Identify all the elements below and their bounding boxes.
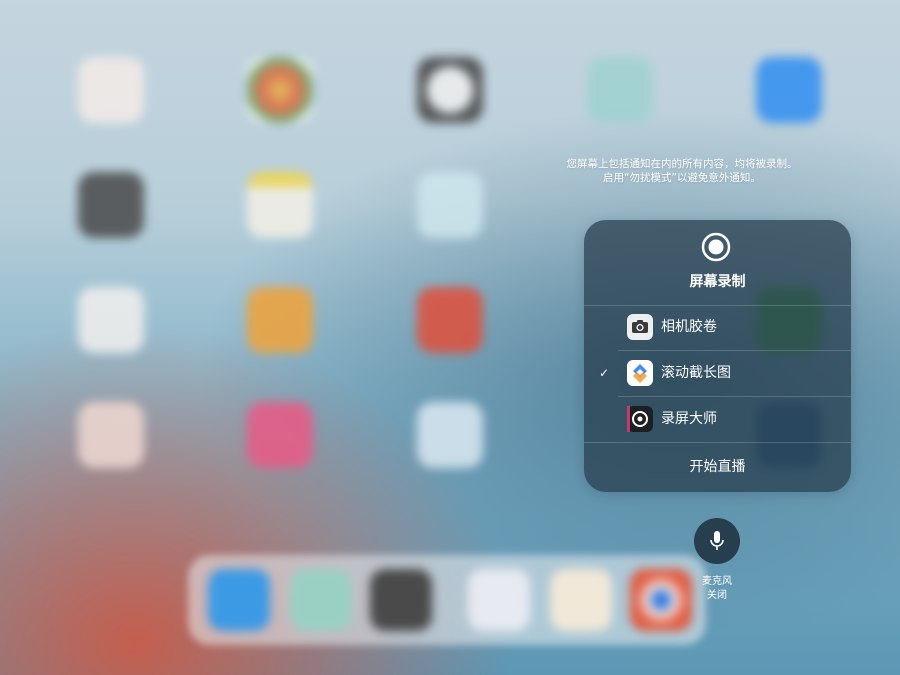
screen-recording-panel: 屏幕录制 相机胶卷 ✓ 滚动截长图 录屏大师 开始直播 [584,220,851,492]
app-icon-2 [247,57,313,123]
app-icon-8 [417,172,483,238]
destination-screen-recorder[interactable]: 录屏大师 [584,397,851,442]
destination-scroll-screenshot[interactable]: ✓ 滚动截长图 [584,351,851,396]
app-icon-10 [247,287,313,353]
check-icon: ✓ [599,366,610,380]
app-icon-9 [78,287,144,353]
destination-camera-roll[interactable]: 相机胶卷 [584,305,851,350]
app-icon-11 [417,287,483,353]
app-icon-5 [756,57,822,123]
dock-icon-3 [370,569,432,631]
scroll-screenshot-icon [627,360,653,386]
app-icon-13 [78,402,144,468]
dock-icon-5 [550,569,612,631]
start-live-button[interactable]: 开始直播 [584,443,851,492]
dock-icon-1 [208,569,270,631]
record-icon[interactable] [701,232,731,262]
microphone-label: 麦克风 [702,576,732,587]
app-icon-4 [587,57,653,123]
app-icon-1 [78,57,144,123]
screen-recorder-icon [627,406,653,432]
app-icon-6 [78,172,144,238]
screen-recording-overlay: 您屏幕上包括通知在内的所有内容，均将被录制。 启用“勿扰模式”以避免意外通知。 … [0,0,900,675]
dock-icon-4 [468,569,530,631]
microphone-status: 关闭 [707,590,727,601]
app-icon-14 [247,402,313,468]
app-icon-7 [247,172,313,238]
camera-roll-icon [627,314,653,340]
microphone-icon [710,531,724,550]
destination-label: 录屏大师 [661,411,717,427]
app-icon-3 [417,57,483,123]
notice-line-2: 启用“勿扰模式”以避免意外通知。 [603,172,761,184]
app-icon-15 [417,402,483,468]
destination-label: 滚动截长图 [661,365,731,381]
recording-notice: 您屏幕上包括通知在内的所有内容，均将被录制。 启用“勿扰模式”以避免意外通知。 [522,157,842,185]
notice-line-1: 您屏幕上包括通知在内的所有内容，均将被录制。 [566,158,798,170]
destination-label: 相机胶卷 [661,319,717,335]
dock-icon-2 [290,569,352,631]
panel-title: 屏幕录制 [689,274,746,290]
microphone-toggle[interactable] [694,518,740,564]
